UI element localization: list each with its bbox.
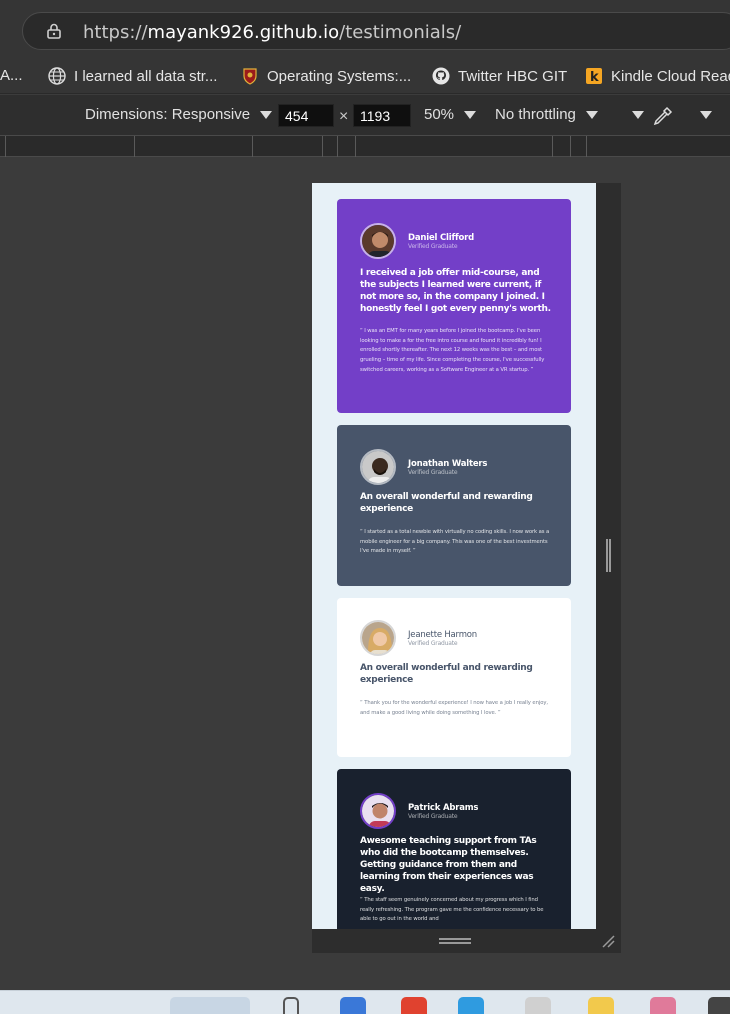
resize-corner-icon[interactable]: [601, 934, 615, 948]
zoom-label: 50%: [424, 106, 455, 123]
github-icon: [432, 67, 450, 85]
author-role: Verified Graduate: [408, 639, 458, 647]
device-viewport[interactable]: Daniel Clifford Verified Graduate I rece…: [312, 183, 596, 929]
bookmark-data-structures[interactable]: I learned all data str...: [48, 67, 217, 85]
author-role: Verified Graduate: [408, 468, 458, 476]
testimonial-headline: I received a job offer mid-course, and t…: [360, 268, 551, 314]
url-path: /testimonials/: [339, 22, 462, 43]
times-icon: ×: [339, 108, 349, 125]
card-header: Daniel Clifford Verified Graduate: [360, 223, 474, 259]
crest-icon: [243, 68, 257, 85]
zoom-dropdown[interactable]: 50%: [424, 106, 477, 123]
bookmark-label: A...: [0, 67, 23, 84]
author-name: Patrick Abrams: [408, 802, 479, 813]
resize-handle-right[interactable]: [606, 539, 611, 572]
chevron-down-icon: [585, 111, 598, 120]
lock-icon[interactable]: [47, 23, 61, 39]
author-info: Jeanette Harmon Verified Graduate: [408, 630, 477, 647]
taskbar-notepad-icon[interactable]: [525, 997, 551, 1014]
testimonial-quote: “ I was an EMT for many years before I j…: [360, 328, 545, 373]
bookmark-twitter-hbc[interactable]: Twitter HBC GIT: [432, 67, 567, 85]
dimensions-label: Dimensions: Responsive: [85, 106, 251, 123]
author-role: Verified Graduate: [408, 812, 458, 820]
taskbar-copilot-icon[interactable]: [340, 997, 366, 1014]
bookmarks-bar: A... I learned all data str... Operating…: [0, 60, 730, 94]
resize-handle-bottom[interactable]: [439, 938, 471, 944]
svg-text:k: k: [590, 70, 599, 85]
address-bar[interactable]: https://mayank926.github.io/testimonials…: [22, 12, 730, 50]
globe-icon: [48, 67, 66, 85]
dimensions-dropdown[interactable]: Dimensions: Responsive: [85, 106, 273, 123]
rotate-dropdown[interactable]: [622, 106, 644, 123]
testimonial-card-patrick: Patrick Abrams Verified Graduate Awesome…: [337, 769, 571, 929]
taskbar-terminal-icon[interactable]: [708, 997, 730, 1014]
more-options-dropdown[interactable]: [690, 106, 712, 123]
testimonial-headline: An overall wonderful and rewarding exper…: [360, 663, 533, 685]
chevron-down-icon: [260, 111, 273, 120]
bookmark-operating-systems[interactable]: Operating Systems:...: [241, 67, 411, 85]
bookmark-label: I learned all data str...: [74, 67, 218, 85]
author-name: Jonathan Walters: [408, 458, 488, 469]
author-name: Jeanette Harmon: [408, 629, 477, 640]
url-host: mayank926.github.io: [147, 22, 340, 43]
eyedropper-icon[interactable]: [652, 105, 674, 127]
author-role: Verified Graduate: [408, 242, 458, 250]
bookmark-truncated[interactable]: A...: [0, 67, 23, 84]
kindle-icon: k: [586, 68, 602, 85]
bookmark-kindle[interactable]: k Kindle Cloud Read: [585, 67, 730, 85]
throttling-label: No throttling: [495, 106, 576, 123]
bookmark-label: Kindle Cloud Read: [611, 67, 730, 85]
author-info: Jonathan Walters Verified Graduate: [408, 459, 487, 476]
testimonial-card-daniel: Daniel Clifford Verified Graduate I rece…: [337, 199, 571, 413]
card-header: Patrick Abrams Verified Graduate: [360, 793, 478, 829]
throttling-dropdown[interactable]: No throttling: [495, 106, 598, 123]
avatar: [360, 793, 396, 829]
testimonial-headline: Awesome teaching support from TAs who di…: [360, 836, 537, 894]
chevron-down-icon: [464, 111, 477, 120]
bookmark-label: Operating Systems:...: [267, 67, 412, 85]
testimonial-quote: “ Thank you for the wonderful experience…: [360, 700, 548, 716]
testimonial-card-jeanette: Jeanette Harmon Verified Graduate An ove…: [337, 598, 571, 757]
height-input[interactable]: 1193: [353, 104, 411, 127]
taskbar-folder-icon[interactable]: [588, 997, 614, 1014]
media-query-ruler[interactable]: [0, 135, 730, 158]
card-header: Jonathan Walters Verified Graduate: [360, 449, 487, 485]
os-taskbar: [0, 990, 730, 1014]
taskbar-app-icon[interactable]: [650, 997, 676, 1014]
avatar: [360, 620, 396, 656]
taskbar-chrome-icon[interactable]: [401, 997, 427, 1014]
testimonial-quote: “ The staff seem genuinely concerned abo…: [360, 897, 544, 923]
taskbar-task-view-icon[interactable]: [283, 997, 299, 1014]
author-info: Daniel Clifford Verified Graduate: [408, 233, 474, 250]
author-name: Daniel Clifford: [408, 232, 474, 243]
testimonial-quote: “ I started as a total newbie with virtu…: [360, 529, 550, 555]
author-info: Patrick Abrams Verified Graduate: [408, 803, 478, 820]
card-header: Jeanette Harmon Verified Graduate: [360, 620, 477, 656]
bookmark-label: Twitter HBC GIT: [458, 67, 568, 85]
url-scheme: https://: [83, 22, 148, 43]
avatar: [360, 449, 396, 485]
chevron-down-icon: [700, 111, 712, 120]
url-text[interactable]: https://mayank926.github.io/testimonials…: [83, 22, 461, 43]
testimonial-card-jonathan: Jonathan Walters Verified Graduate An ov…: [337, 425, 571, 586]
chevron-down-icon: [632, 111, 644, 120]
avatar: [360, 223, 396, 259]
address-bar-region: https://mayank926.github.io/testimonials…: [0, 0, 730, 60]
taskbar-edge-icon[interactable]: [458, 997, 484, 1014]
width-input[interactable]: 454: [278, 104, 334, 127]
taskbar-widget-icon[interactable]: [170, 997, 250, 1014]
testimonial-headline: An overall wonderful and rewarding exper…: [360, 492, 533, 514]
